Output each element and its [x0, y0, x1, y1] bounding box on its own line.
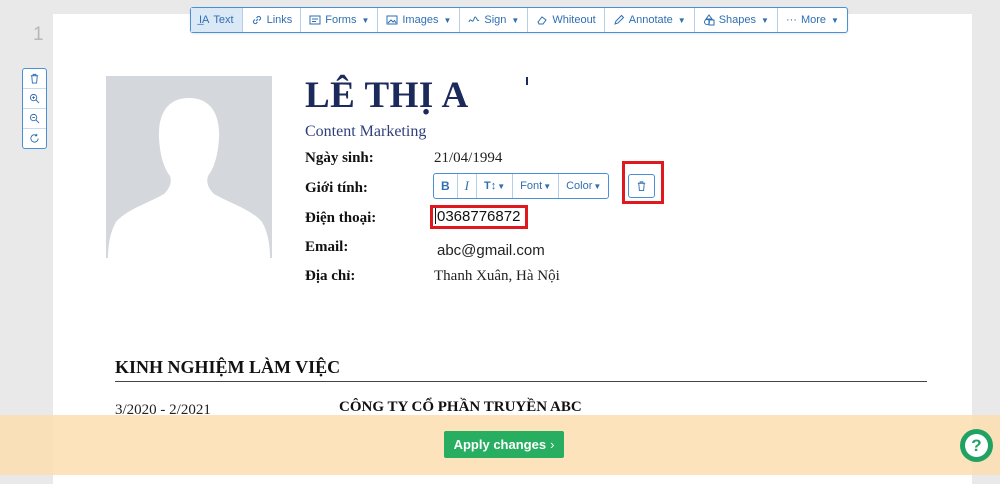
apply-changes-button[interactable]: Apply changes ›: [444, 431, 564, 458]
font-size-icon: T↕: [484, 180, 497, 192]
signature-icon: [468, 16, 480, 23]
trash-icon: [30, 73, 39, 84]
email-value[interactable]: abc@gmail.com: [437, 242, 545, 259]
gender-label[interactable]: Giới tính:: [305, 180, 368, 197]
ellipsis-icon: ···: [785, 14, 797, 26]
font-family-button[interactable]: Font ▼: [513, 174, 560, 198]
annotate-tool-button[interactable]: Annotate ▼: [605, 8, 695, 32]
italic-button[interactable]: I: [458, 174, 478, 198]
address-label[interactable]: Địa chỉ:: [305, 268, 355, 285]
shapes-tool-button[interactable]: Shapes ▼: [695, 8, 778, 32]
bold-button[interactable]: B: [434, 174, 458, 198]
pencil-icon: [613, 14, 624, 25]
sign-tool-button[interactable]: Sign ▼: [460, 8, 529, 32]
chevron-down-icon: ▼: [761, 15, 769, 25]
editor-toolbar: I̲A Text Links Forms ▼ Images ▼ Sign ▼ Whit…: [190, 7, 848, 33]
rotate-button[interactable]: [23, 129, 46, 148]
zoom-in-icon: [29, 93, 40, 104]
phone-label[interactable]: Điện thoại:: [305, 210, 376, 227]
profile-photo-placeholder[interactable]: [106, 76, 272, 258]
delete-highlight: [622, 161, 664, 204]
experience-section-title[interactable]: KINH NGHIỆM LÀM VIỆC: [115, 357, 340, 378]
shapes-icon: [703, 14, 715, 26]
section-divider: [115, 381, 927, 382]
more-tool-button[interactable]: ··· More ▼: [778, 8, 847, 32]
question-icon: ?: [965, 434, 988, 457]
text-format-toolbar: B I T↕ ▼ Font ▼ Color ▼: [433, 173, 610, 199]
zoom-out-icon: [29, 113, 40, 124]
candidate-role[interactable]: Content Marketing: [305, 123, 426, 141]
zoom-in-button[interactable]: [23, 89, 46, 109]
font-size-button[interactable]: T↕ ▼: [477, 174, 514, 198]
email-label[interactable]: Email:: [305, 239, 348, 256]
address-value[interactable]: Thanh Xuân, Hà Nội: [434, 268, 560, 285]
delete-page-button[interactable]: [23, 69, 46, 89]
image-icon: [386, 15, 398, 25]
help-button[interactable]: ?: [960, 429, 993, 462]
birthdate-value[interactable]: 21/04/1994: [434, 150, 502, 167]
person-silhouette-icon: [108, 98, 270, 258]
candidate-name[interactable]: LÊ THỊ A: [305, 74, 469, 117]
text-tool-button[interactable]: I̲A Text: [191, 8, 243, 32]
experience-company[interactable]: CÔNG TY CỔ PHẦN TRUYỀN ABC: [339, 399, 582, 416]
page-tools: [22, 68, 47, 149]
chevron-right-icon: ›: [550, 437, 555, 452]
chevron-down-icon: ▼: [593, 181, 602, 191]
birthdate-label[interactable]: Ngày sinh:: [305, 150, 374, 167]
chevron-down-icon: ▼: [677, 15, 686, 25]
links-tool-button[interactable]: Links: [243, 8, 302, 32]
whiteout-tool-button[interactable]: Whiteout: [528, 8, 605, 32]
chevron-down-icon: ▼: [831, 15, 839, 25]
chevron-down-icon: ▼: [497, 181, 506, 191]
rotate-icon: [30, 133, 39, 143]
page-number: 1: [33, 24, 44, 45]
text-mark: [526, 77, 528, 85]
link-icon: [252, 15, 261, 25]
text-caret: [435, 208, 436, 224]
zoom-out-button[interactable]: [23, 109, 46, 129]
phone-value-input[interactable]: 0368776872: [435, 208, 520, 225]
chevron-down-icon: ▼: [543, 181, 552, 191]
text-cursor-icon: I̲A: [199, 14, 210, 26]
form-icon: [309, 15, 321, 25]
text-color-button[interactable]: Color ▼: [559, 174, 608, 198]
chevron-down-icon: ▼: [443, 15, 452, 25]
chevron-down-icon: ▼: [361, 15, 370, 25]
forms-tool-button[interactable]: Forms ▼: [301, 8, 379, 32]
images-tool-button[interactable]: Images ▼: [378, 8, 461, 32]
eraser-icon: [537, 16, 548, 25]
chevron-down-icon: ▼: [511, 15, 520, 25]
